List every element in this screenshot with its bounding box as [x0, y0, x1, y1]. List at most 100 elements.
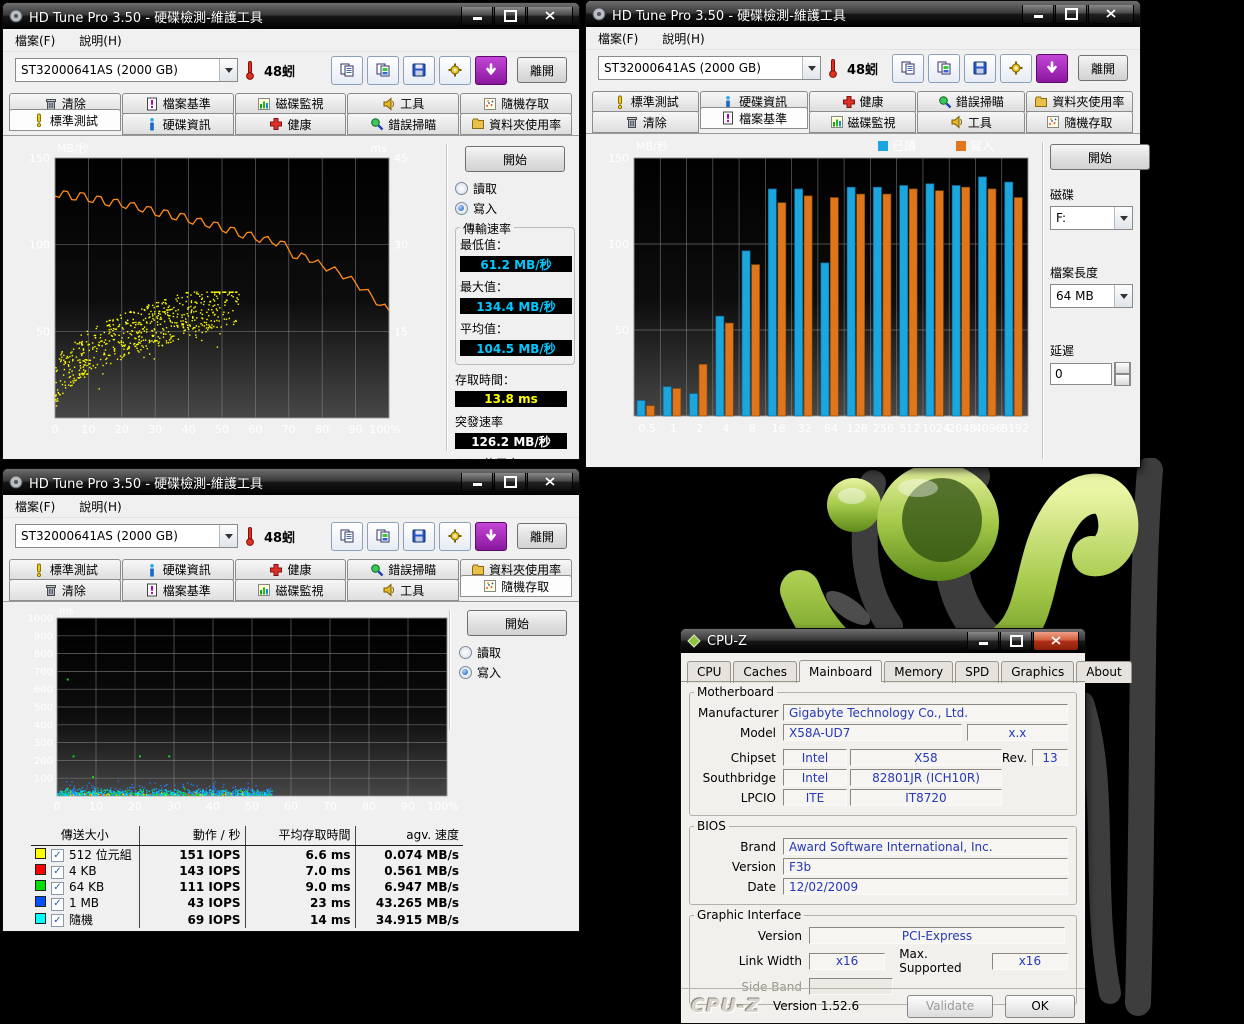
tab-tools[interactable]: 工具: [917, 111, 1024, 133]
start-button[interactable]: 開始: [467, 610, 567, 636]
menu-help[interactable]: 說明(H): [77, 31, 123, 50]
options-button[interactable]: [439, 56, 471, 85]
drive-select[interactable]: ST32000641AS (2000 GB): [15, 524, 238, 548]
cpuz-tab-cpu[interactable]: CPU: [687, 661, 731, 683]
bios-group: BIOS Brand Award Software International,…: [689, 826, 1077, 905]
copy-text-button[interactable]: [331, 56, 363, 85]
close-button[interactable]: [527, 473, 573, 492]
tab-erase[interactable]: 清除: [592, 111, 699, 133]
close-button[interactable]: [1033, 632, 1079, 651]
spin-down-icon: [1115, 374, 1130, 386]
maximize-button[interactable]: [1055, 5, 1087, 24]
save-button[interactable]: [964, 54, 996, 83]
maximize-button[interactable]: [494, 473, 526, 492]
tab-disk-monitor[interactable]: 磁碟監視: [235, 579, 347, 601]
exit-button[interactable]: 離開: [517, 57, 567, 83]
minimize-button[interactable]: [967, 632, 999, 651]
update-download-button[interactable]: [475, 56, 507, 85]
tab-health[interactable]: 健康: [235, 113, 347, 135]
copy-text-button[interactable]: [892, 54, 924, 83]
tab-benchmark[interactable]: 標準測試: [9, 559, 121, 580]
update-download-button[interactable]: [475, 522, 507, 551]
start-button[interactable]: 開始: [1050, 144, 1150, 170]
rev-label: Rev.: [1002, 751, 1027, 765]
maximize-button[interactable]: [494, 7, 526, 26]
tab-error-scan[interactable]: 錯誤掃瞄: [917, 91, 1024, 112]
tab-health[interactable]: 健康: [809, 91, 916, 112]
cpuz-tab-caches[interactable]: Caches: [733, 661, 797, 683]
read-radio[interactable]: [459, 646, 472, 659]
series-checkbox[interactable]: ✓: [51, 849, 64, 862]
copy-image-button[interactable]: [367, 522, 399, 551]
tab-erase[interactable]: 清除: [9, 579, 121, 601]
menu-file[interactable]: 檔案(F): [13, 31, 57, 50]
series-checkbox[interactable]: ✓: [51, 898, 64, 911]
series-checkbox[interactable]: ✓: [51, 866, 64, 879]
tab-error-scan[interactable]: 錯誤掃瞄: [347, 559, 459, 580]
cpuz-tab-memory[interactable]: Memory: [884, 661, 953, 683]
update-download-button[interactable]: [1036, 54, 1068, 83]
ok-button[interactable]: OK: [1005, 995, 1075, 1018]
disk-select[interactable]: F:: [1050, 206, 1133, 230]
minimize-button[interactable]: [461, 7, 493, 26]
write-radio[interactable]: [455, 202, 468, 215]
copy-image-button[interactable]: [928, 54, 960, 83]
titlebar[interactable]: HD Tune Pro 3.50 - 硬碟檢測-維護工具: [3, 3, 579, 29]
series-checkbox[interactable]: ✓: [51, 882, 64, 895]
tab-random-access[interactable]: 隨機存取: [460, 93, 572, 114]
options-button[interactable]: [1000, 54, 1032, 83]
cpuz-tab-graphics[interactable]: Graphics: [1001, 661, 1074, 683]
exit-button[interactable]: 離開: [517, 523, 567, 549]
titlebar[interactable]: CPU-Z: [681, 629, 1085, 653]
tab-tools[interactable]: 工具: [347, 93, 459, 114]
close-button[interactable]: [1088, 5, 1134, 24]
tab-file-bench[interactable]: !檔案基準: [700, 107, 807, 129]
write-radio[interactable]: [459, 666, 472, 679]
drive-select[interactable]: ST32000641AS (2000 GB): [598, 56, 821, 80]
save-button[interactable]: [403, 522, 435, 551]
menu-file[interactable]: 檔案(F): [13, 497, 57, 516]
start-button[interactable]: 開始: [465, 146, 565, 172]
drive-select[interactable]: ST32000641AS (2000 GB): [15, 58, 238, 82]
tab-random-access[interactable]: 隨機存取: [1026, 111, 1133, 133]
menu-help[interactable]: 說明(H): [77, 497, 123, 516]
copy-text-button[interactable]: [331, 522, 363, 551]
maximize-button[interactable]: [1000, 632, 1032, 651]
cpuz-tab-mainboard[interactable]: Mainboard: [799, 660, 882, 682]
validate-button[interactable]: Validate: [907, 995, 993, 1018]
file-length-select[interactable]: 64 MB: [1050, 284, 1133, 308]
tab-file-bench[interactable]: !檔案基準: [122, 579, 234, 601]
magnifier-icon: [370, 563, 384, 577]
cpuz-tab-spd[interactable]: SPD: [955, 661, 999, 683]
titlebar[interactable]: HD Tune Pro 3.50 - 硬碟檢測-維護工具: [586, 1, 1140, 27]
delay-input[interactable]: [1050, 363, 1112, 385]
spin-down-button[interactable]: [1114, 374, 1131, 386]
titlebar[interactable]: HD Tune Pro 3.50 - 硬碟檢測-維護工具: [3, 469, 579, 495]
cpuz-tab-about[interactable]: About: [1076, 661, 1131, 683]
minimize-button[interactable]: [1022, 5, 1054, 24]
tab-info[interactable]: 硬碟資訊: [122, 113, 234, 135]
tab-error-scan[interactable]: 錯誤掃瞄: [347, 113, 459, 135]
tab-benchmark[interactable]: 標準測試: [592, 91, 699, 112]
read-radio[interactable]: [455, 182, 468, 195]
tab-file-bench[interactable]: !檔案基準: [122, 93, 234, 114]
menu-help[interactable]: 說明(H): [660, 29, 706, 48]
tab-benchmark[interactable]: 標準測試: [9, 109, 121, 131]
tab-disk-monitor[interactable]: 磁碟監視: [809, 111, 916, 133]
options-button[interactable]: [439, 522, 471, 551]
save-button[interactable]: [403, 56, 435, 85]
copy-image-button[interactable]: [367, 56, 399, 85]
tab-info[interactable]: 硬碟資訊: [122, 559, 234, 580]
menu-file[interactable]: 檔案(F): [596, 29, 640, 48]
tab-health[interactable]: 健康: [235, 559, 347, 580]
series-checkbox[interactable]: ✓: [51, 914, 64, 927]
tab-tools[interactable]: 工具: [347, 579, 459, 601]
minimize-button[interactable]: [461, 473, 493, 492]
tab-folder-usage[interactable]: 資料夾使用率: [460, 113, 572, 135]
close-button[interactable]: [527, 7, 573, 26]
tab-disk-monitor[interactable]: 磁碟監視: [235, 93, 347, 114]
exit-button[interactable]: 離開: [1078, 55, 1128, 81]
tab-random-access[interactable]: 隨機存取: [460, 575, 572, 597]
spin-up-button[interactable]: [1114, 362, 1131, 374]
tab-folder-usage[interactable]: 資料夾使用率: [1026, 91, 1133, 112]
